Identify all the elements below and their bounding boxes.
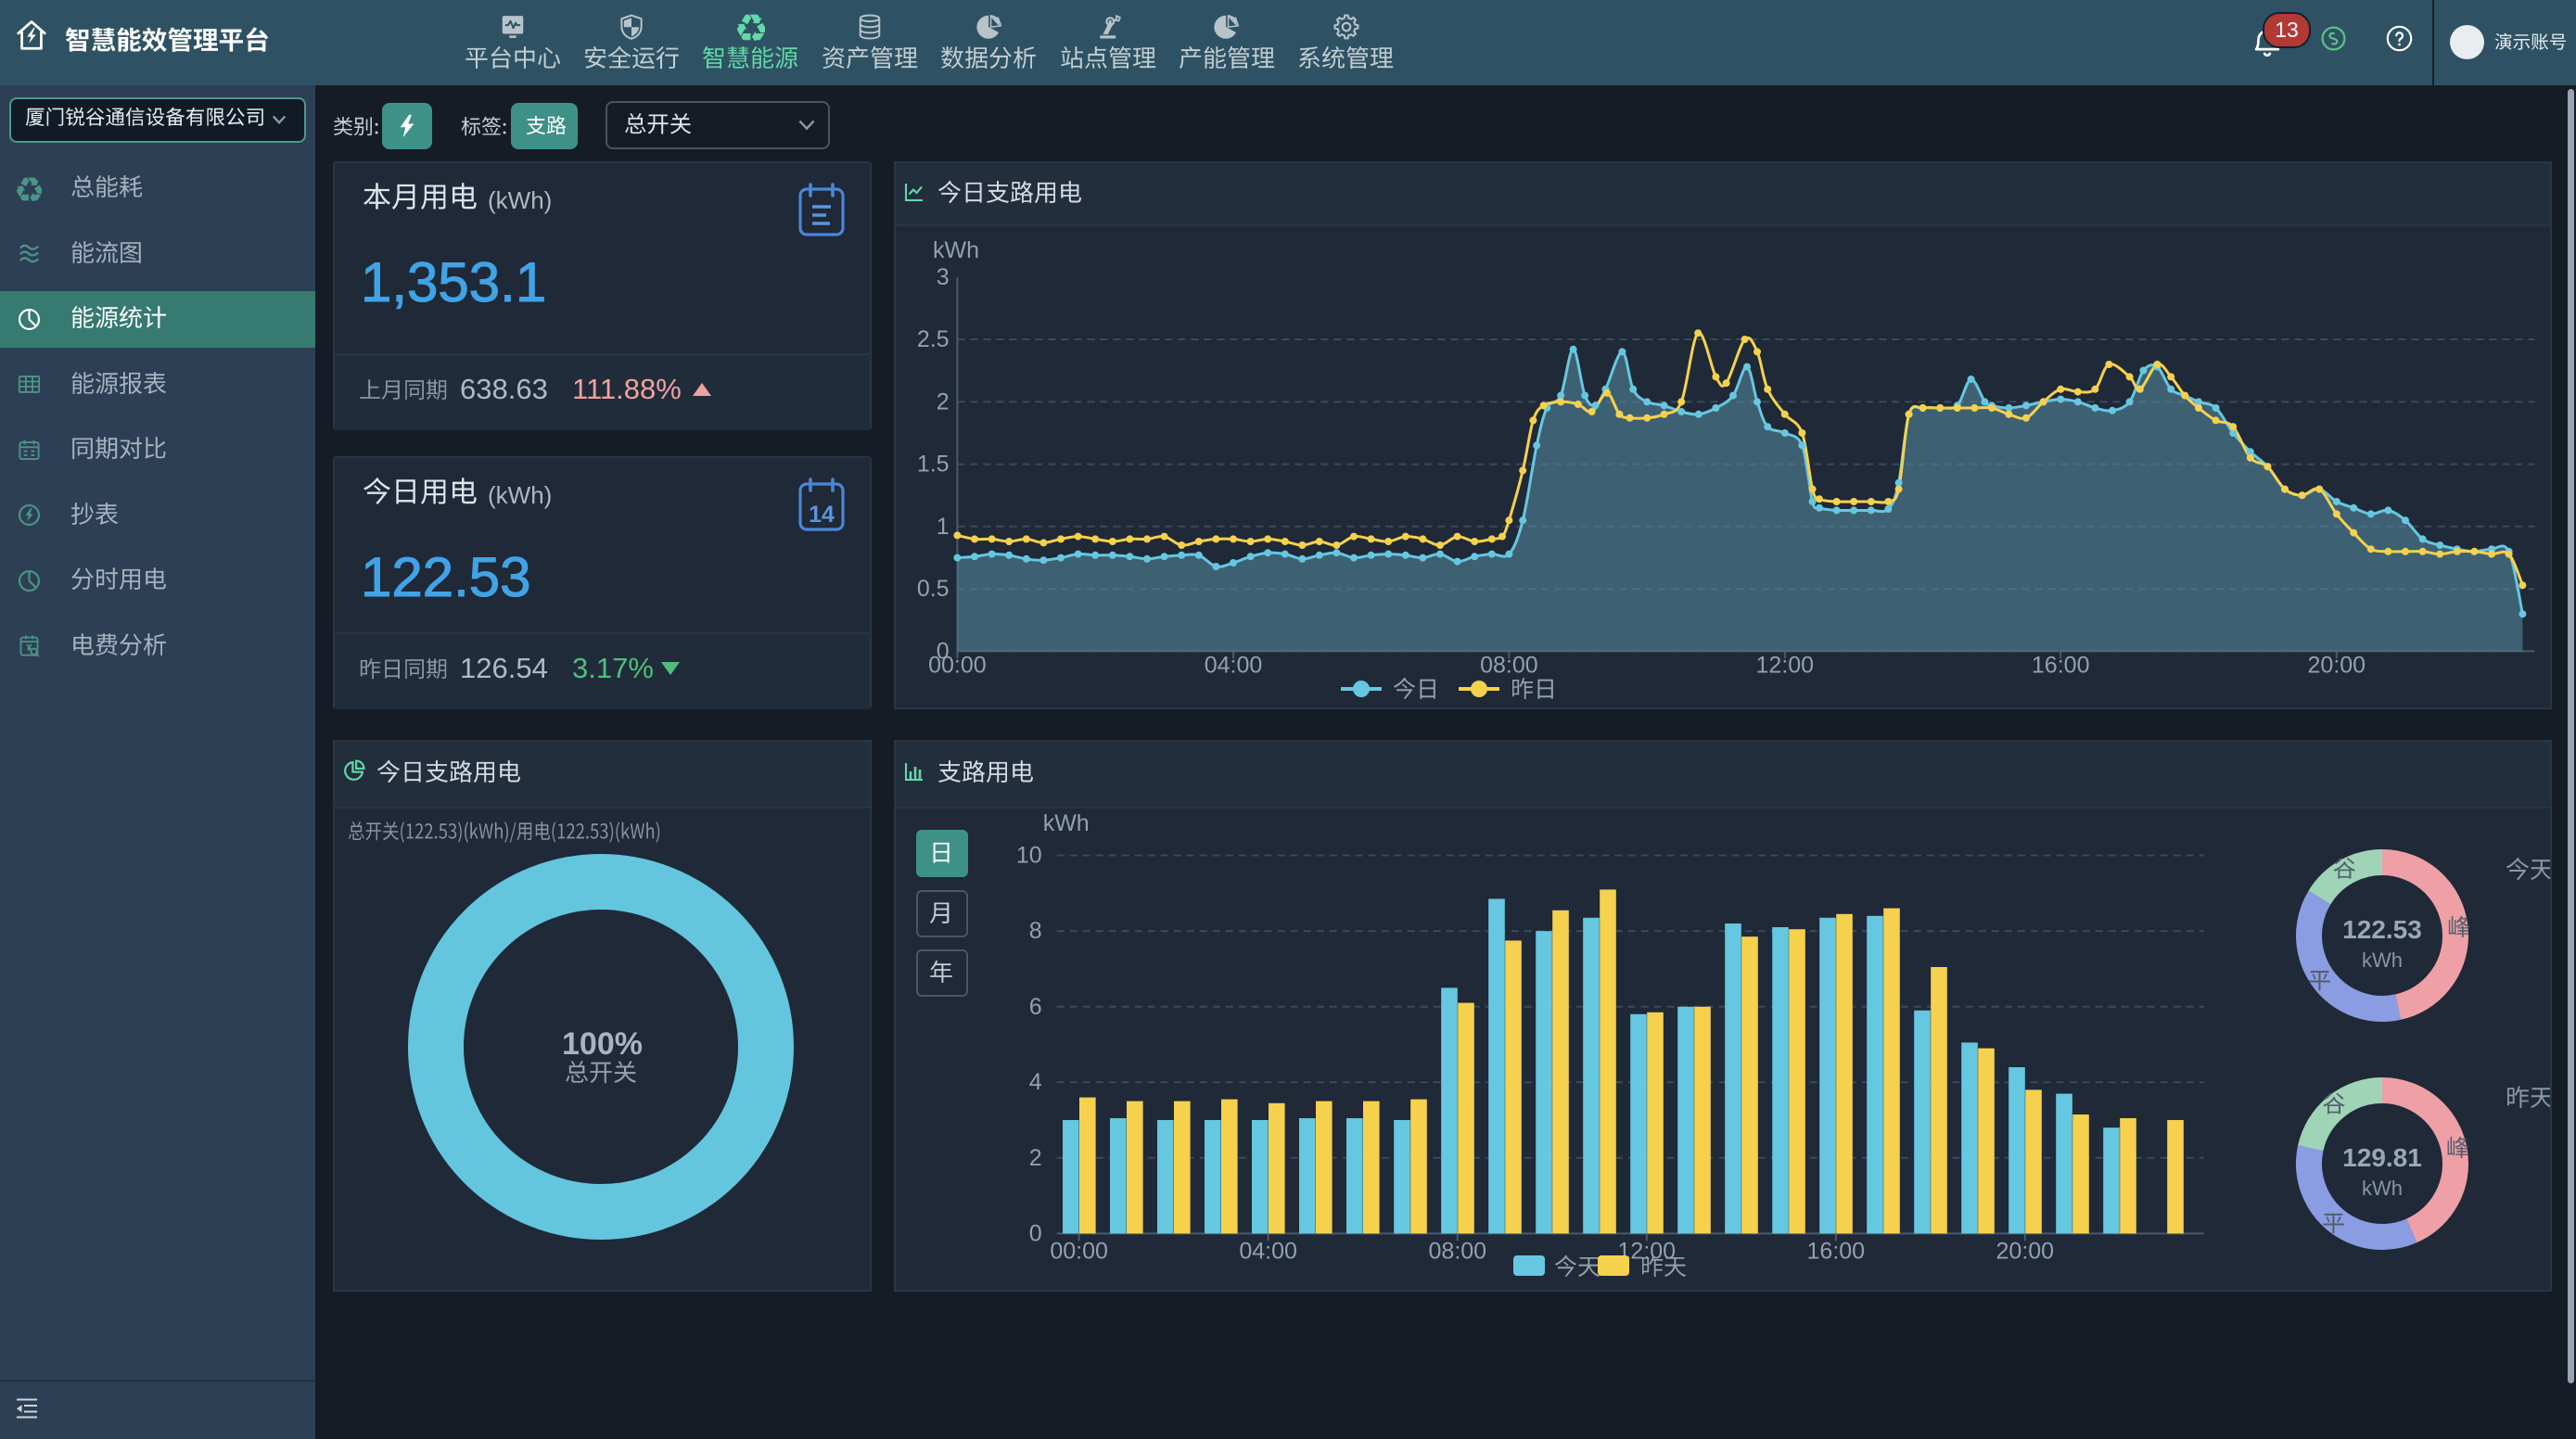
svg-text:122.53: 122.53 [2342, 915, 2422, 944]
svg-text:3: 3 [936, 263, 949, 289]
svg-text:00:00: 00:00 [1050, 1238, 1108, 1264]
svg-text:04:00: 04:00 [1204, 652, 1262, 678]
svg-text:129.81: 129.81 [2342, 1143, 2422, 1172]
svg-text:0.5: 0.5 [916, 576, 949, 602]
svg-text:12:00: 12:00 [1755, 652, 1814, 678]
svg-text:08:00: 08:00 [1480, 652, 1538, 678]
svg-text:4: 4 [1028, 1069, 1041, 1095]
svg-text:08:00: 08:00 [1428, 1238, 1486, 1264]
svg-text:8: 8 [1028, 918, 1041, 944]
svg-text:20:00: 20:00 [1996, 1238, 2054, 1264]
svg-text:0: 0 [1028, 1220, 1041, 1246]
svg-text:6: 6 [1028, 994, 1041, 1020]
svg-text:00:00: 00:00 [928, 652, 987, 678]
svg-text:2: 2 [936, 388, 949, 414]
svg-text:2.5: 2.5 [916, 326, 949, 352]
svg-text:1.5: 1.5 [916, 451, 949, 477]
svg-text:16:00: 16:00 [2031, 652, 2089, 678]
svg-text:kWh: kWh [2362, 949, 2403, 972]
svg-text:14: 14 [809, 502, 835, 528]
svg-text:16:00: 16:00 [1806, 1238, 1865, 1264]
svg-text:20:00: 20:00 [2307, 652, 2366, 678]
svg-text:kWh: kWh [2362, 1177, 2403, 1200]
svg-text:kWh: kWh [933, 237, 979, 263]
svg-text:04:00: 04:00 [1239, 1238, 1297, 1264]
svg-text:10: 10 [1015, 843, 1041, 869]
svg-text:kWh: kWh [1042, 810, 1089, 836]
svg-text:1: 1 [936, 513, 949, 539]
svg-text:2: 2 [1028, 1145, 1041, 1171]
